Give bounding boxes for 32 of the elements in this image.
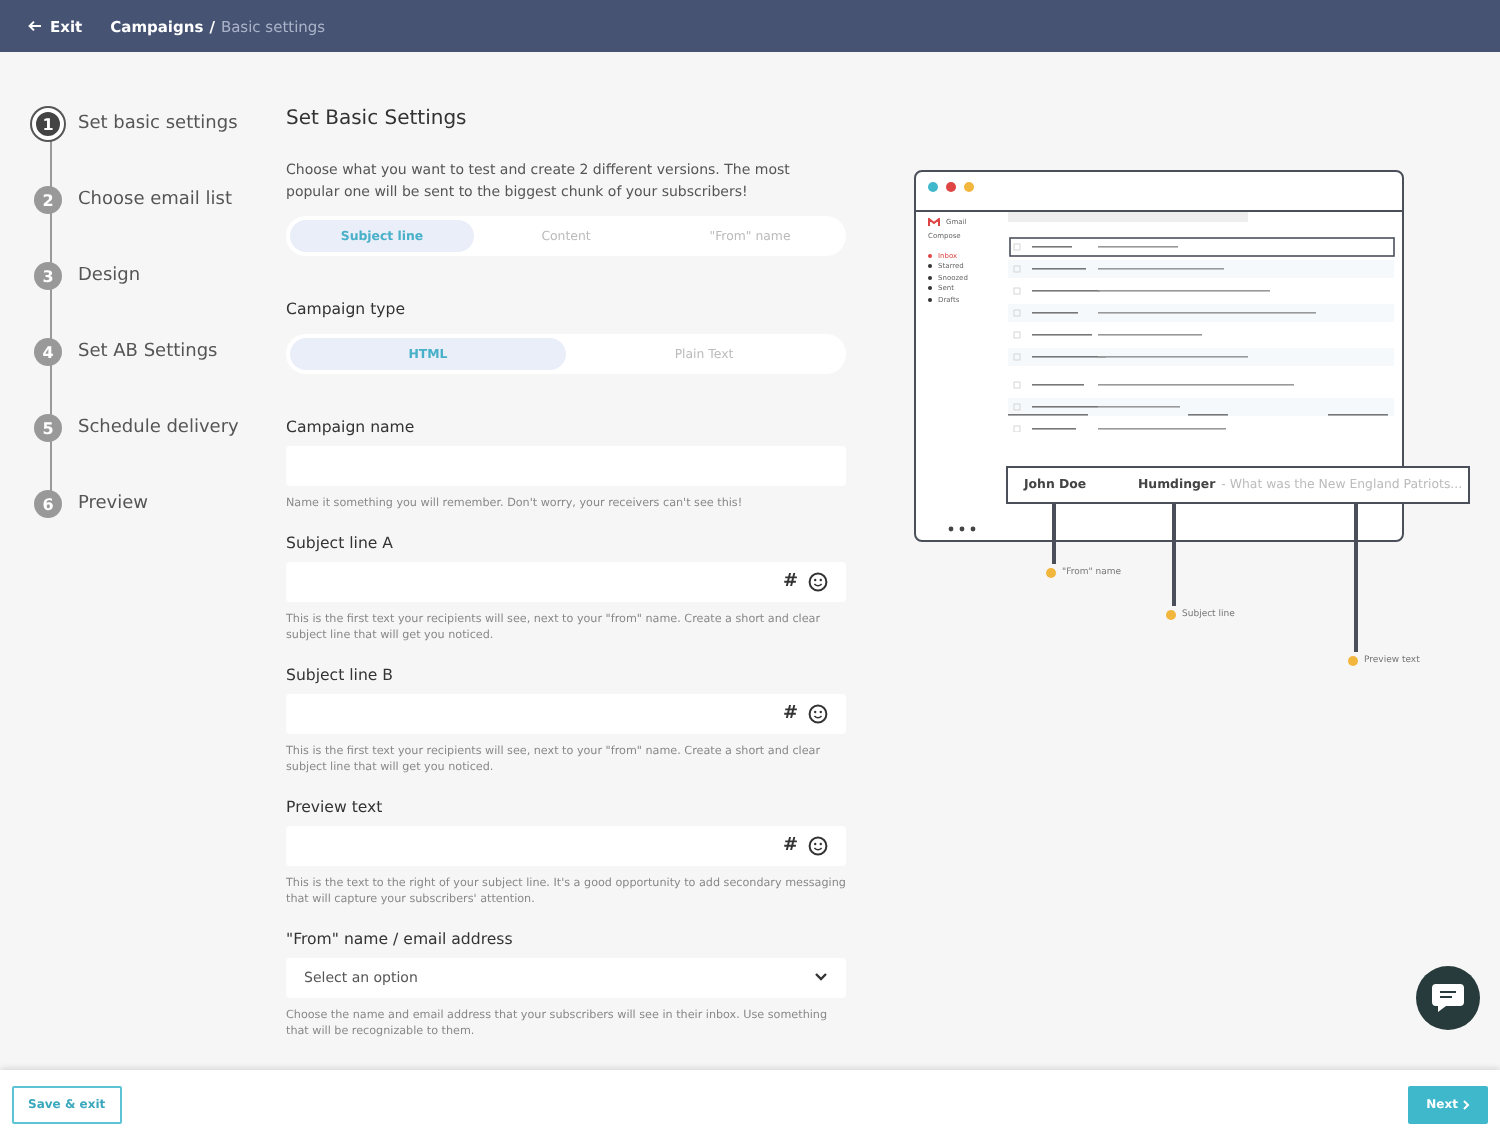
more-dots-icon [948,526,976,532]
emoji-icon[interactable] [808,703,828,723]
callout-dot [1348,656,1358,666]
callout-dot [1166,610,1176,620]
emoji-icon[interactable] [808,835,828,855]
step-number: 4 [34,338,62,366]
personalization-tag[interactable]: # [782,835,798,855]
chat-icon [1430,982,1466,1014]
step-number: 2 [34,186,62,214]
step-label[interactable]: Choose email list [78,190,232,210]
personalization-tag[interactable]: # [782,703,798,723]
callout-dot [1046,568,1056,578]
mail-icon [928,217,940,226]
step-label[interactable]: Schedule delivery [78,418,239,438]
page-title: Set Basic Settings [286,108,469,130]
step-number: 6 [34,490,62,518]
step-label[interactable]: Design [78,266,141,286]
step-label[interactable]: Set basic settings [78,114,238,134]
text-field[interactable]: # [286,561,846,601]
text-field[interactable]: # [286,693,846,733]
step-number: 5 [34,414,62,442]
personalization-tag[interactable]: # [782,571,798,591]
step-number: 3 [34,262,62,290]
step-label[interactable]: Set AB Settings [78,342,218,362]
text-field[interactable]: # [286,825,846,865]
chevron-icon [814,972,828,982]
step-label[interactable]: Preview [78,494,149,514]
chat-button[interactable] [1416,966,1480,1030]
emoji-icon[interactable] [808,571,828,591]
chevron-icon [1462,1099,1470,1109]
back-arrow-icon[interactable] [28,20,42,32]
step-number: 1 [32,108,64,140]
